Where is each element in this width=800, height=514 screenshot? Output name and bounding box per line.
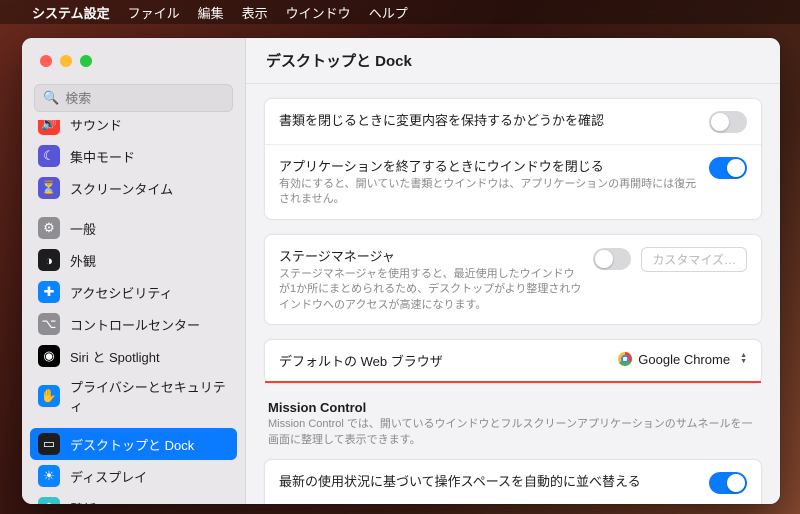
- sidebar-item-label: 一般: [70, 219, 96, 238]
- sidebar-icon: ◑: [38, 249, 60, 271]
- settings-group-default-browser: デフォルトの Web ブラウザ Google Chrome ▲▼: [264, 339, 762, 384]
- setting-label: デフォルトの Web ブラウザ: [279, 351, 606, 370]
- setting-description: 有効にすると、開いていた書類とウインドウは、アプリケーションの再開時には復元され…: [279, 177, 697, 208]
- sidebar-item[interactable]: 🔊 サウンド: [30, 120, 237, 140]
- sidebar-icon: ✚: [38, 281, 60, 303]
- popup-stepper-icon: ▲▼: [740, 353, 747, 365]
- sidebar-icon: ✋: [38, 385, 60, 407]
- sidebar-icon: ◉: [38, 345, 60, 367]
- default-browser-popup[interactable]: Google Chrome ▲▼: [618, 352, 747, 367]
- search-icon: 🔍: [43, 90, 59, 106]
- toggle-auto-rearrange[interactable]: [709, 472, 747, 494]
- sidebar-item-label: サウンド: [70, 120, 122, 134]
- sidebar-item[interactable]: ☾ 集中モード: [30, 140, 237, 172]
- setting-label: ステージマネージャ: [279, 246, 581, 265]
- menubar-item[interactable]: 表示: [242, 3, 268, 22]
- menubar-item[interactable]: ファイル: [128, 3, 180, 22]
- zoom-button[interactable]: [80, 55, 92, 67]
- default-browser-value: Google Chrome: [638, 352, 730, 367]
- sidebar-item-label: アクセシビリティ: [70, 283, 173, 302]
- sidebar-item[interactable]: ✋ プライバシーとセキュリティ: [30, 372, 237, 420]
- toggle-close-on-quit[interactable]: [709, 157, 747, 179]
- menubar-item[interactable]: ウインドウ: [286, 3, 351, 22]
- sidebar-icon: ▭: [38, 433, 60, 455]
- sidebar-item-label: ディスプレイ: [70, 467, 147, 486]
- search-input[interactable]: [65, 91, 241, 106]
- sidebar: 🔍 🔊 サウンド ☾ 集中モード ⏳ スクリーンタイム ⚙ 一般 ◑ 外観 ✚ アクセシビリティ ⌥ コン…: [22, 38, 246, 504]
- setting-row-default-browser: デフォルトの Web ブラウザ Google Chrome ▲▼: [265, 340, 761, 383]
- minimize-button[interactable]: [60, 55, 72, 67]
- settings-group: 書類を閉じるときに変更内容を保持するかどうかを確認 アプリケーションを終了すると…: [264, 98, 762, 220]
- menubar-app-name[interactable]: システム設定: [32, 3, 110, 22]
- setting-row-confirm-save: 書類を閉じるときに変更内容を保持するかどうかを確認: [265, 99, 761, 145]
- sidebar-item-label: プライバシーとセキュリティ: [70, 377, 229, 415]
- sidebar-item-label: スクリーンタイム: [70, 179, 173, 198]
- sidebar-icon: ⚙: [38, 217, 60, 239]
- sidebar-list: 🔊 サウンド ☾ 集中モード ⏳ スクリーンタイム ⚙ 一般 ◑ 外観 ✚ アクセシビリティ ⌥ コントロ…: [22, 120, 245, 504]
- section-heading-mission-control: Mission Control: [264, 398, 762, 417]
- sidebar-item-label: コントロールセンター: [70, 315, 200, 334]
- menubar-item[interactable]: 編集: [198, 3, 224, 22]
- sidebar-icon: ⌥: [38, 313, 60, 335]
- settings-group-stage-manager: ステージマネージャ ステージマネージャを使用すると、最近使用したウインドウが1か…: [264, 234, 762, 325]
- setting-label: 最新の使用状況に基づいて操作スペースを自動的に並べ替える: [279, 471, 697, 490]
- content-pane: デスクトップと Dock 書類を閉じるときに変更内容を保持するかどうかを確認 ア…: [246, 38, 780, 504]
- sidebar-icon: ✿: [38, 497, 60, 504]
- sidebar-icon: ☀: [38, 465, 60, 487]
- sidebar-item[interactable]: ☀ ディスプレイ: [30, 460, 237, 492]
- sidebar-item[interactable]: ⌥ コントロールセンター: [30, 308, 237, 340]
- settings-window: 🔍 🔊 サウンド ☾ 集中モード ⏳ スクリーンタイム ⚙ 一般 ◑ 外観 ✚ アクセシビリティ ⌥ コン…: [22, 38, 780, 504]
- sidebar-item[interactable]: ▭ デスクトップと Dock: [30, 428, 237, 460]
- sidebar-icon: ☾: [38, 145, 60, 167]
- section-description: Mission Control では、開いているウインドウとフルスクリーンアプリ…: [264, 417, 762, 459]
- sidebar-item[interactable]: ✚ アクセシビリティ: [30, 276, 237, 308]
- sidebar-item[interactable]: ◉ Siri と Spotlight: [30, 340, 237, 372]
- settings-group-mission-control: 最新の使用状況に基づいて操作スペースを自動的に並べ替える アプリケーションの切り…: [264, 459, 762, 504]
- sidebar-icon: ⏳: [38, 177, 60, 199]
- sidebar-item-label: 外観: [70, 251, 96, 270]
- sidebar-item-label: デスクトップと Dock: [70, 435, 194, 454]
- sidebar-item[interactable]: ⚙ 一般: [30, 212, 237, 244]
- sidebar-item-label: 集中モード: [70, 147, 135, 166]
- window-controls: [22, 38, 245, 84]
- toggle-confirm-save[interactable]: [709, 111, 747, 133]
- sidebar-icon: 🔊: [38, 120, 60, 135]
- setting-row-stage-manager: ステージマネージャ ステージマネージャを使用すると、最近使用したウインドウが1か…: [265, 235, 761, 324]
- chrome-icon: [618, 352, 632, 366]
- setting-label: アプリケーションを終了するときにウインドウを閉じる: [279, 156, 697, 175]
- setting-description: ステージマネージャを使用すると、最近使用したウインドウが1か所にまとめられるため…: [279, 267, 581, 313]
- search-field[interactable]: 🔍: [34, 84, 233, 112]
- toggle-stage-manager[interactable]: [593, 248, 631, 270]
- menubar-item[interactable]: ヘルプ: [369, 3, 408, 22]
- content-body: 書類を閉じるときに変更内容を保持するかどうかを確認 アプリケーションを終了すると…: [246, 84, 780, 504]
- setting-row-close-on-quit: アプリケーションを終了するときにウインドウを閉じる 有効にすると、開いていた書類…: [265, 145, 761, 219]
- sidebar-item-label: 壁紙: [70, 499, 96, 505]
- page-title: デスクトップと Dock: [246, 38, 780, 84]
- setting-label: 書類を閉じるときに変更内容を保持するかどうかを確認: [279, 110, 697, 129]
- sidebar-item-label: Siri と Spotlight: [70, 347, 160, 366]
- customize-button[interactable]: カスタマイズ…: [641, 247, 747, 272]
- sidebar-item[interactable]: ⏳ スクリーンタイム: [30, 172, 237, 204]
- close-button[interactable]: [40, 55, 52, 67]
- menubar: システム設定 ファイル 編集 表示 ウインドウ ヘルプ: [0, 0, 800, 24]
- sidebar-item[interactable]: ✿ 壁紙: [30, 492, 237, 504]
- setting-row-auto-rearrange-spaces: 最新の使用状況に基づいて操作スペースを自動的に並べ替える: [265, 460, 761, 504]
- sidebar-item[interactable]: ◑ 外観: [30, 244, 237, 276]
